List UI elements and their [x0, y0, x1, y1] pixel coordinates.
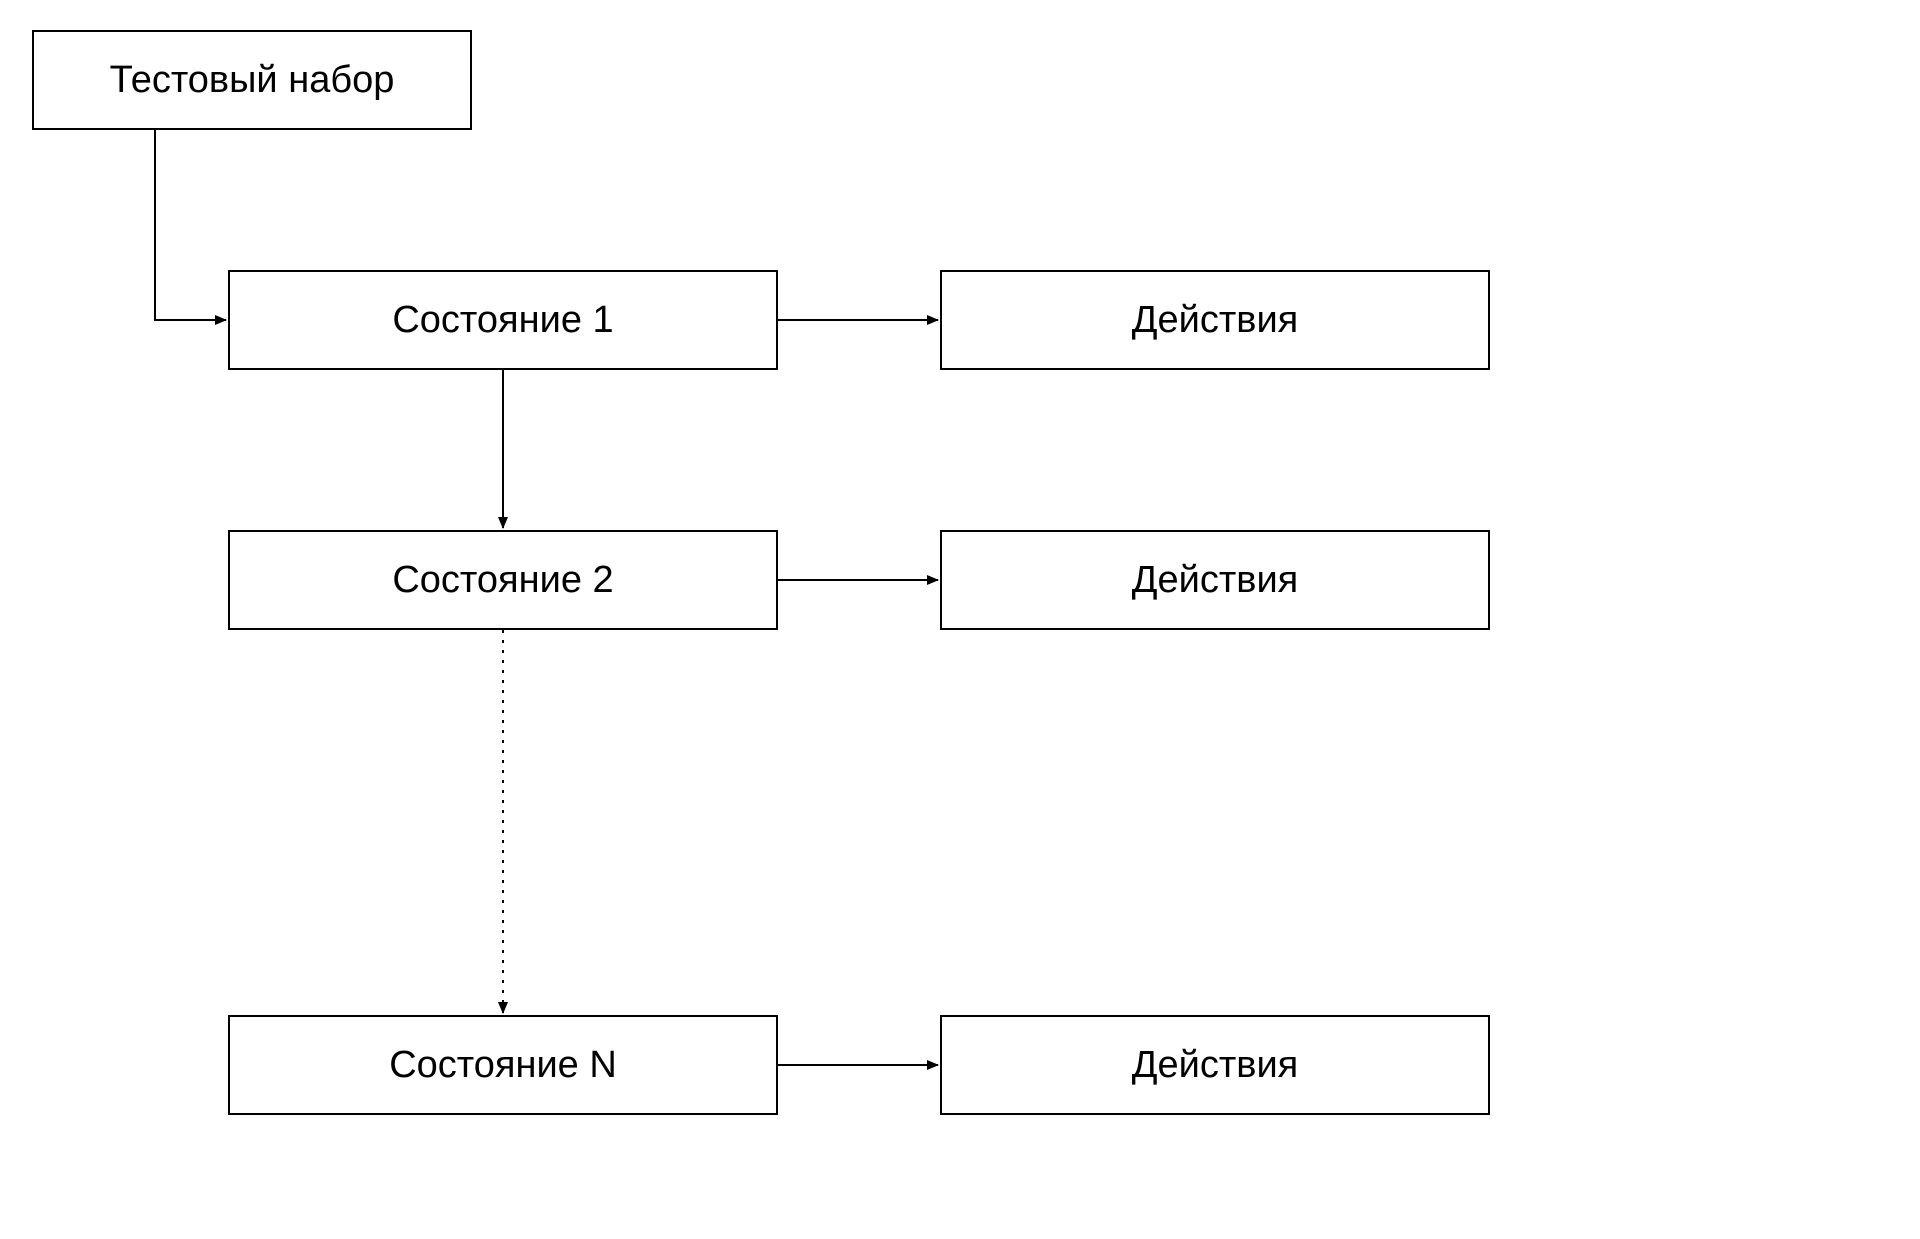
node-state-2: Состояние 2 [228, 530, 778, 630]
node-label: Состояние 1 [392, 299, 613, 342]
node-label: Состояние 2 [392, 559, 613, 602]
node-label: Состояние N [389, 1044, 617, 1087]
node-state-1: Состояние 1 [228, 270, 778, 370]
node-actions-1: Действия [940, 270, 1490, 370]
node-label: Тестовый набор [110, 59, 395, 102]
node-test-set: Тестовый набор [32, 30, 472, 130]
node-actions-2: Действия [940, 530, 1490, 630]
node-label: Действия [1132, 559, 1299, 602]
node-label: Действия [1132, 299, 1299, 342]
node-label: Действия [1132, 1044, 1299, 1087]
node-actions-n: Действия [940, 1015, 1490, 1115]
node-state-n: Состояние N [228, 1015, 778, 1115]
edge-testset-state1 [155, 130, 226, 320]
